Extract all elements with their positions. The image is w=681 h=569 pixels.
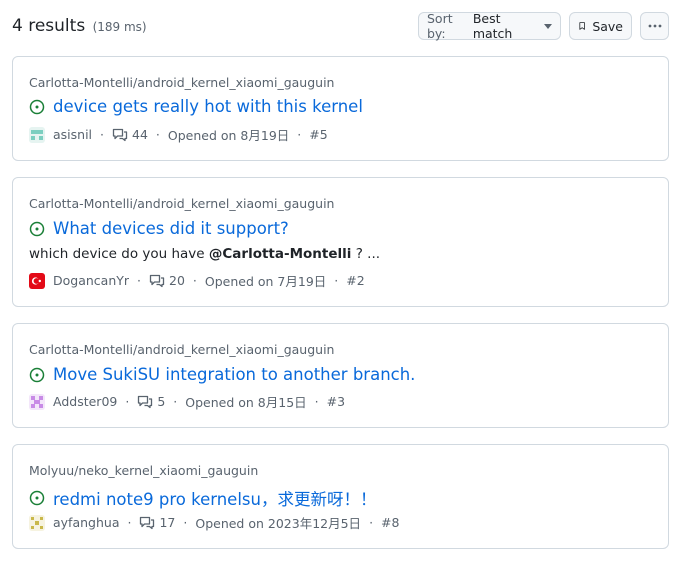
issue-opened-icon <box>29 221 45 236</box>
comment-count-link[interactable]: 20 <box>149 273 185 289</box>
avatar-flag-turkey <box>31 276 41 285</box>
comment-icon <box>149 274 165 287</box>
result-repo-link[interactable]: Carlotta-Montelli/android_kernel_xiaomi_… <box>29 342 334 357</box>
meta-separator: · <box>155 127 160 142</box>
meta-separator: · <box>127 515 132 530</box>
meta-separator: · <box>192 273 197 288</box>
result-title-link[interactable]: redmi note9 pro kernelsu，求更新呀！！ <box>53 486 376 510</box>
result-card: Molyuu/neko_kernel_xiaomi_gauguin redmi … <box>12 444 669 549</box>
issue-number: #8 <box>381 515 400 530</box>
meta-separator: · <box>183 515 188 530</box>
comment-count-link[interactable]: 44 <box>112 127 148 143</box>
result-author-link[interactable]: asisnil <box>53 127 92 142</box>
comment-icon <box>140 516 155 529</box>
meta-separator: · <box>334 273 339 288</box>
meta-separator: · <box>173 394 178 409</box>
meta-separator: · <box>314 394 319 409</box>
sort-value: Best match <box>472 11 513 41</box>
meta-separator: · <box>125 394 130 409</box>
sort-dropdown-button[interactable]: Sort by: Best match <box>418 11 561 41</box>
opened-date: Opened on 8月19日 <box>167 128 290 143</box>
save-label: Save <box>592 18 623 34</box>
results-label: 4 results <box>12 16 86 36</box>
sort-prefix: Sort by: <box>427 11 453 41</box>
more-options-button[interactable] <box>640 12 669 40</box>
result-card: Carlotta-Montelli/android_kernel_xiaomi_… <box>12 177 669 307</box>
snippet-mention: @Carlotta-Montelli <box>208 246 352 262</box>
opened-date: Opened on 8月15日 <box>185 395 307 410</box>
result-repo-link[interactable]: Carlotta-Montelli/android_kernel_xiaomi_… <box>29 196 334 211</box>
save-button[interactable]: Save <box>569 12 632 40</box>
meta-separator: · <box>369 515 374 530</box>
comment-count: 44 <box>132 127 148 142</box>
issue-number: #3 <box>326 394 346 409</box>
issue-number: #5 <box>309 127 328 142</box>
result-title-link[interactable]: device gets really hot with this kernel <box>53 97 363 116</box>
issue-number: #2 <box>346 273 365 288</box>
avatar[interactable] <box>29 393 45 410</box>
result-author-link[interactable]: DogancanYr <box>53 273 129 288</box>
avatar[interactable] <box>29 514 45 531</box>
avatar[interactable] <box>29 272 45 289</box>
result-title-link[interactable]: What devices did it support? <box>53 219 289 238</box>
issue-opened-icon <box>29 367 45 382</box>
opened-date: Opened on 7月19日 <box>204 274 327 289</box>
result-snippet: which device do you have @Carlotta-Monte… <box>29 246 380 262</box>
result-author-link[interactable]: ayfanghua <box>53 515 119 530</box>
comment-count: 17 <box>159 515 176 530</box>
meta-separator: · <box>137 273 142 288</box>
issue-opened-icon <box>29 99 45 114</box>
avatar-identicon <box>31 395 43 408</box>
result-card: Carlotta-Montelli/android_kernel_xiaomi_… <box>12 323 669 428</box>
result-repo-link[interactable]: Carlotta-Montelli/android_kernel_xiaomi_… <box>29 75 334 90</box>
meta-separator: · <box>100 127 105 142</box>
avatar-identicon <box>31 129 43 140</box>
comment-count: 5 <box>157 394 166 409</box>
results-timing: (189 ms) <box>92 20 147 34</box>
caret-down-icon <box>544 23 552 29</box>
results-count: 4 results (189 ms) <box>12 16 147 36</box>
result-author-link[interactable]: Addster09 <box>53 394 117 409</box>
avatar-identicon <box>31 516 43 529</box>
result-title-link[interactable]: Move SukiSU integration to another branc… <box>53 365 415 384</box>
issue-opened-icon <box>29 490 45 506</box>
comment-icon <box>112 128 128 141</box>
comment-count: 20 <box>169 273 185 288</box>
opened-date: Opened on 2023年12月5日 <box>195 516 362 531</box>
kebab-horizontal-icon <box>648 24 661 28</box>
comment-count-link[interactable]: 17 <box>139 515 175 531</box>
snippet-text: which device do you have <box>29 246 209 262</box>
comment-count-link[interactable]: 5 <box>137 394 165 410</box>
meta-separator: · <box>297 127 302 142</box>
bookmark-icon <box>579 22 585 30</box>
comment-icon <box>138 395 153 408</box>
result-card: Carlotta-Montelli/android_kernel_xiaomi_… <box>12 56 669 161</box>
result-repo-link[interactable]: Molyuu/neko_kernel_xiaomi_gauguin <box>29 463 258 478</box>
avatar[interactable] <box>29 126 45 143</box>
snippet-text-end: ? ... <box>351 246 381 262</box>
results-header: 4 results (189 ms) Sort by: Best match S… <box>0 0 681 56</box>
